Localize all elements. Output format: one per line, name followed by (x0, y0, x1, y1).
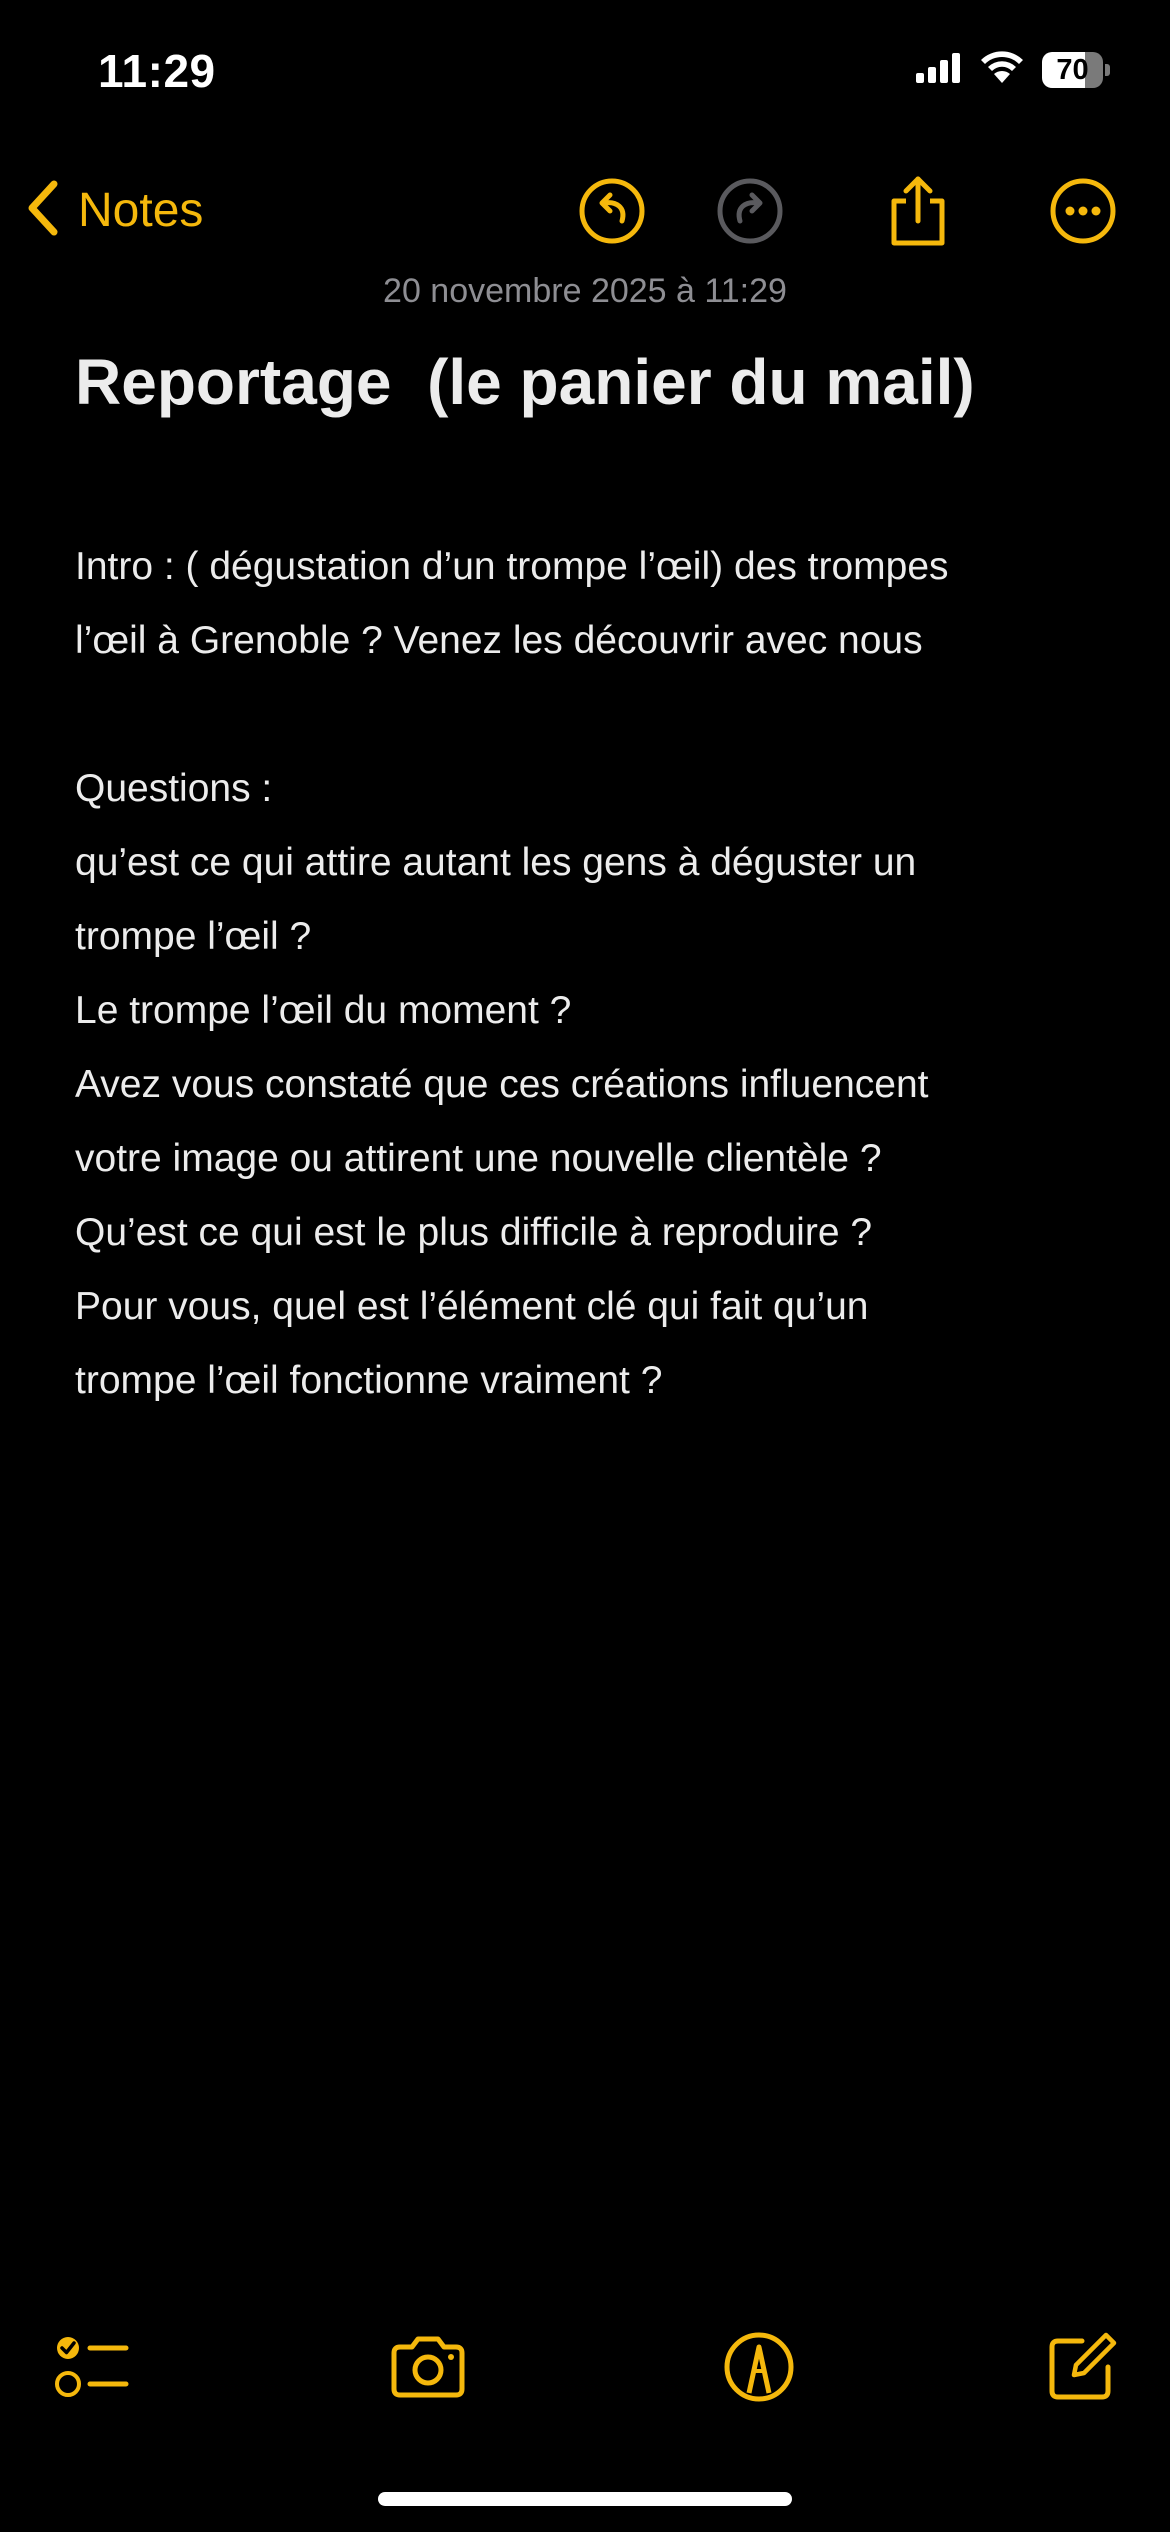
note-line: trompe l’œil fonctionne vraiment ? (75, 1359, 663, 1402)
note-line: Qu’est ce qui est le plus difficile à re… (75, 1211, 873, 1254)
chevron-left-icon (24, 178, 64, 243)
undo-icon[interactable] (576, 175, 648, 247)
note-line: votre image ou attirent une nouvelle cli… (75, 1137, 882, 1180)
note-line: Questions : (75, 767, 273, 810)
note-body[interactable]: Intro : ( dégustation d’un trompe l’œil)… (75, 530, 1115, 1418)
note-date: 20 novembre 2025 à 11:29 (383, 272, 787, 310)
bottom-toolbar (0, 2320, 1170, 2410)
markup-icon[interactable] (717, 2325, 801, 2409)
checklist-icon[interactable] (50, 2325, 134, 2409)
note-line (75, 678, 1115, 752)
battery-body: 70 (1042, 51, 1104, 88)
navigation-bar: Notes (0, 160, 1170, 260)
cellular-signal-icon (916, 51, 962, 88)
note-line: Pour vous, quel est l’élément clé qui fa… (75, 1285, 869, 1328)
wifi-icon (980, 50, 1024, 89)
home-indicator[interactable] (378, 2492, 792, 2506)
battery-cap (1105, 63, 1110, 76)
note-line: Le trompe l’œil du moment ? (75, 989, 572, 1032)
status-time: 11:29 (98, 45, 216, 97)
battery-icon: 70 (1042, 51, 1110, 88)
share-icon[interactable] (882, 175, 954, 247)
back-label: Notes (78, 183, 204, 237)
battery-level: 70 (1056, 53, 1089, 86)
note-line: qu’est ce qui attire autant les gens à d… (75, 841, 917, 884)
note-line: trompe l’œil ? (75, 915, 312, 958)
note-title[interactable]: Reportage (le panier du mail) (75, 345, 975, 419)
camera-icon[interactable] (386, 2325, 470, 2409)
note-line: l’œil à Grenoble ? Venez les découvrir a… (75, 619, 923, 662)
note-line: Intro : ( dégustation d’un trompe l’œil)… (75, 545, 949, 588)
more-icon[interactable] (1047, 175, 1119, 247)
back-button[interactable]: Notes (24, 175, 203, 245)
status-bar: 11:29 70 (0, 0, 1170, 150)
redo-icon[interactable] (714, 175, 786, 247)
note-line: Avez vous constaté que ces créations inf… (75, 1063, 929, 1106)
status-icons: 70 (916, 50, 1110, 89)
compose-icon[interactable] (1040, 2325, 1124, 2409)
